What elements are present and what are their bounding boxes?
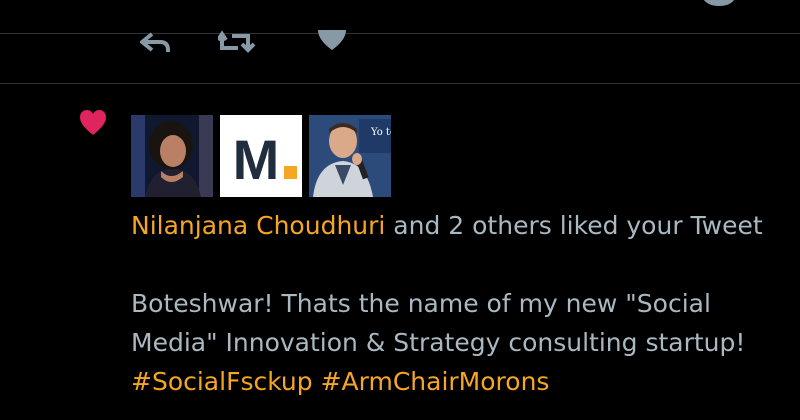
reply-icon[interactable]: [138, 30, 178, 56]
notifications-icon[interactable]: [388, 0, 408, 12]
heart-icon: [78, 108, 108, 138]
profile-icon[interactable]: [694, 0, 744, 12]
top-nav-bar: [0, 0, 800, 10]
search-icon[interactable]: [224, 0, 260, 12]
hashtag-socialfsckup[interactable]: #SocialFsckup: [131, 367, 313, 396]
notification-text: Nilanjana Choudhuri and 2 others liked y…: [131, 206, 771, 245]
tweet-body: Boteshwar! Thats the name of my new "Soc…: [131, 289, 746, 357]
notification-action-text: and 2 others liked your Tweet: [385, 211, 763, 240]
messages-icon[interactable]: [536, 0, 556, 12]
avatar-m-logo[interactable]: M: [220, 115, 302, 197]
hashtag-armchairmorons[interactable]: #ArmChairMorons: [321, 367, 550, 396]
avatar-nilanjana[interactable]: [131, 115, 213, 197]
previous-tweet-actions: [0, 30, 800, 56]
liked-tweet-text[interactable]: Boteshwar! Thats the name of my new "Soc…: [131, 284, 781, 401]
liker-name-link[interactable]: Nilanjana Choudhuri: [131, 211, 385, 240]
like-icon[interactable]: [314, 30, 354, 56]
banner-text: Yo term: [370, 127, 391, 138]
m-logo-dot: [284, 166, 297, 179]
m-logo-letter: M: [233, 128, 280, 191]
retweet-icon[interactable]: [216, 30, 258, 56]
notifications-screen: M Yo term Nilanjana Choudh: [0, 0, 800, 420]
avatar-speaker[interactable]: Yo term: [309, 115, 391, 197]
home-icon[interactable]: [66, 0, 96, 12]
like-notification[interactable]: M Yo term Nilanjana Choudh: [0, 84, 800, 420]
